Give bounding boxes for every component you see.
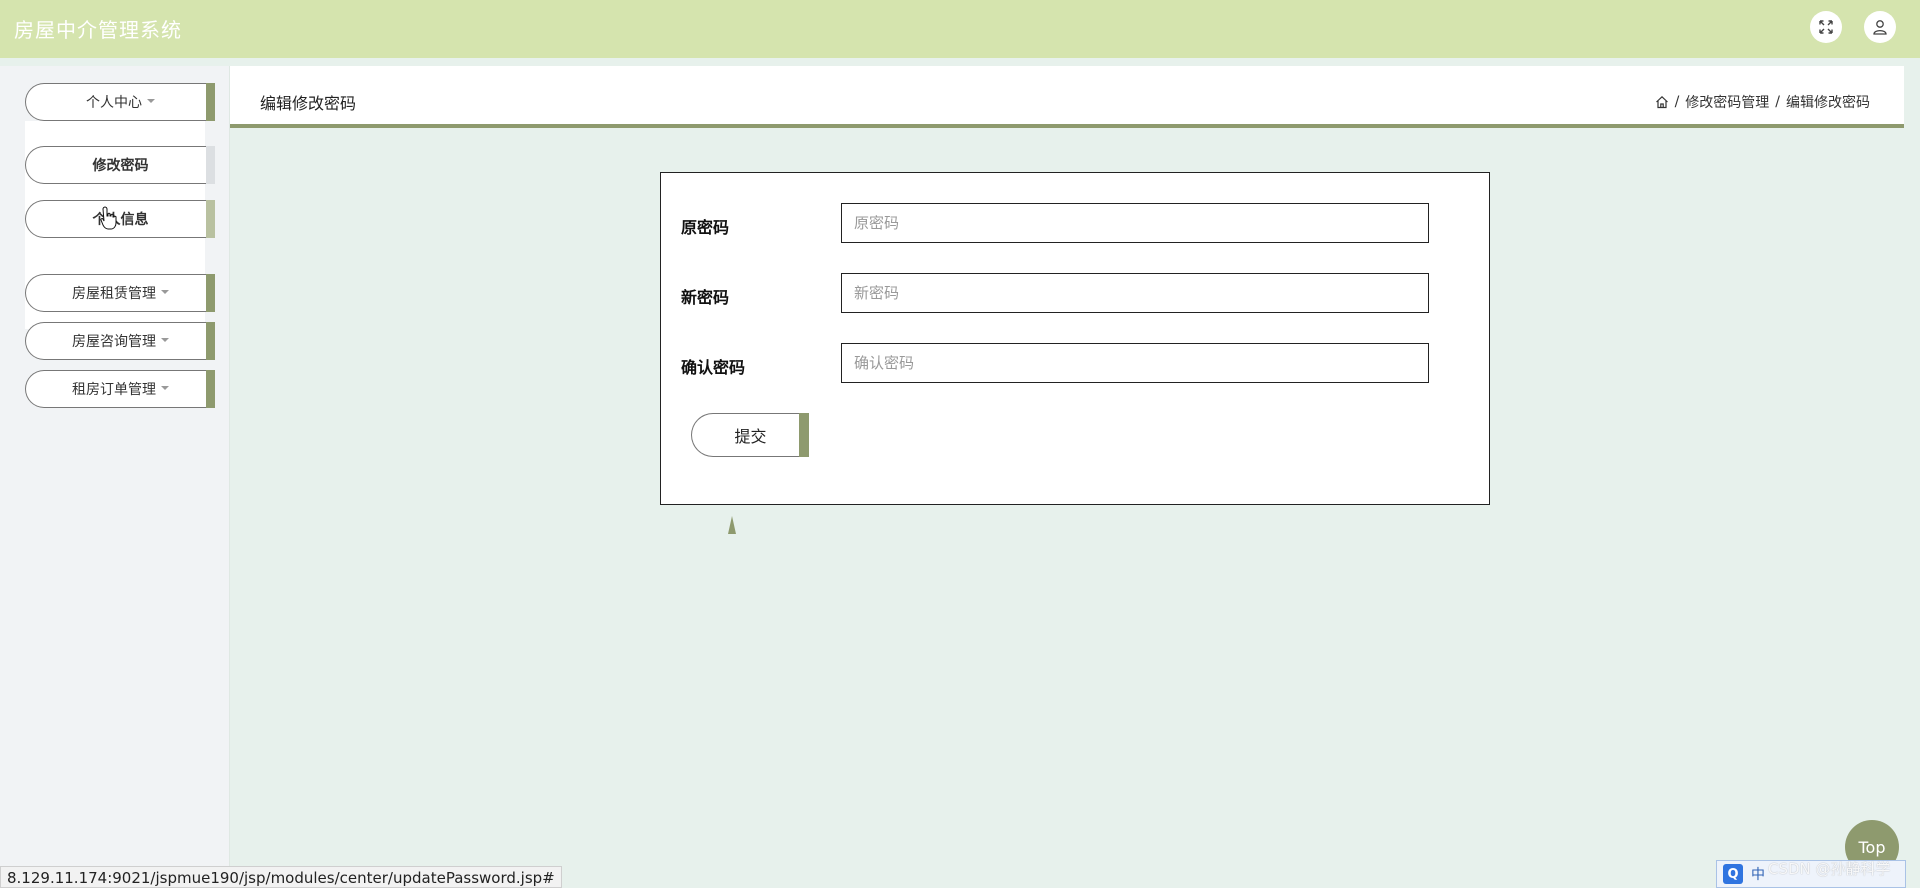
triangle-marker-icon: [728, 516, 736, 534]
home-icon[interactable]: [1655, 95, 1669, 109]
menu-accent-bar: [206, 83, 215, 121]
menu-accent-bar: [206, 322, 215, 360]
back-to-top-label: Top: [1858, 837, 1886, 857]
form-row-old-password: 原密码: [681, 203, 1461, 245]
breadcrumb-item-password-management[interactable]: 修改密码管理: [1685, 92, 1769, 112]
menu-accent-bar: [206, 146, 215, 184]
ime-logo-icon: Q: [1723, 864, 1743, 884]
password-form: 原密码 新密码 确认密码 提交: [660, 172, 1490, 505]
menu-personal-center[interactable]: 个人中心: [25, 83, 215, 121]
menu-label: 房屋咨询管理: [72, 334, 156, 350]
menu-label: 房屋租赁管理: [72, 286, 156, 302]
confirm-password-input[interactable]: [841, 343, 1429, 383]
old-password-label: 原密码: [681, 218, 730, 237]
menu-house-rental[interactable]: 房屋租赁管理: [25, 274, 215, 312]
menu-accent-bar: [206, 274, 215, 312]
top-header: 房屋中介管理系统: [0, 0, 1920, 58]
hand-cursor-icon: [100, 206, 117, 230]
menu-accent-bar: [206, 200, 215, 238]
breadcrumb: / 修改密码管理 / 编辑修改密码: [1655, 92, 1870, 112]
status-bar-url: 8.129.11.174:9021/jspmue190/jsp/modules/…: [0, 866, 562, 888]
confirm-password-label: 确认密码: [681, 358, 746, 377]
breadcrumb-separator: /: [1775, 94, 1780, 110]
submit-button[interactable]: 提交: [691, 413, 809, 457]
button-accent-bar: [799, 413, 809, 457]
chevron-down-icon: [147, 99, 155, 103]
menu-rental-orders[interactable]: 租房订单管理: [25, 370, 215, 408]
submit-label: 提交: [734, 427, 767, 446]
app-title: 房屋中介管理系统: [14, 18, 182, 42]
submenu-label: 修改密码: [92, 158, 149, 174]
menu-house-consult[interactable]: 房屋咨询管理: [25, 322, 215, 360]
old-password-input[interactable]: [841, 203, 1429, 243]
chevron-down-icon: [161, 386, 169, 390]
user-button[interactable]: [1864, 11, 1896, 43]
new-password-label: 新密码: [681, 288, 730, 307]
menu-accent-bar: [206, 370, 215, 408]
menu-label: 租房订单管理: [72, 382, 156, 398]
chevron-down-icon: [161, 338, 169, 342]
content-header-bar: 编辑修改密码 / 修改密码管理 / 编辑修改密码: [230, 66, 1904, 128]
submenu-change-password[interactable]: 修改密码: [25, 146, 215, 184]
fullscreen-icon: [1819, 20, 1833, 34]
submenu-personal-info[interactable]: 个人信息: [25, 200, 215, 238]
fullscreen-button[interactable]: [1810, 11, 1842, 43]
form-row-new-password: 新密码: [681, 273, 1461, 315]
menu-label: 个人中心: [86, 95, 142, 111]
sidebar: 个人中心 修改密码 个人信息 房屋租赁管理 房屋咨询管理 租房订单管理: [0, 66, 230, 888]
user-icon: [1873, 20, 1887, 35]
chevron-down-icon: [161, 290, 169, 294]
breadcrumb-item-current: 编辑修改密码: [1786, 95, 1870, 111]
form-row-confirm-password: 确认密码: [681, 343, 1461, 385]
page-title: 编辑修改密码: [260, 94, 357, 113]
watermark: CSDN @孙静科学: [1768, 860, 1891, 878]
new-password-input[interactable]: [841, 273, 1429, 313]
ime-mode[interactable]: 中: [1751, 864, 1765, 884]
breadcrumb-separator: /: [1674, 94, 1680, 110]
